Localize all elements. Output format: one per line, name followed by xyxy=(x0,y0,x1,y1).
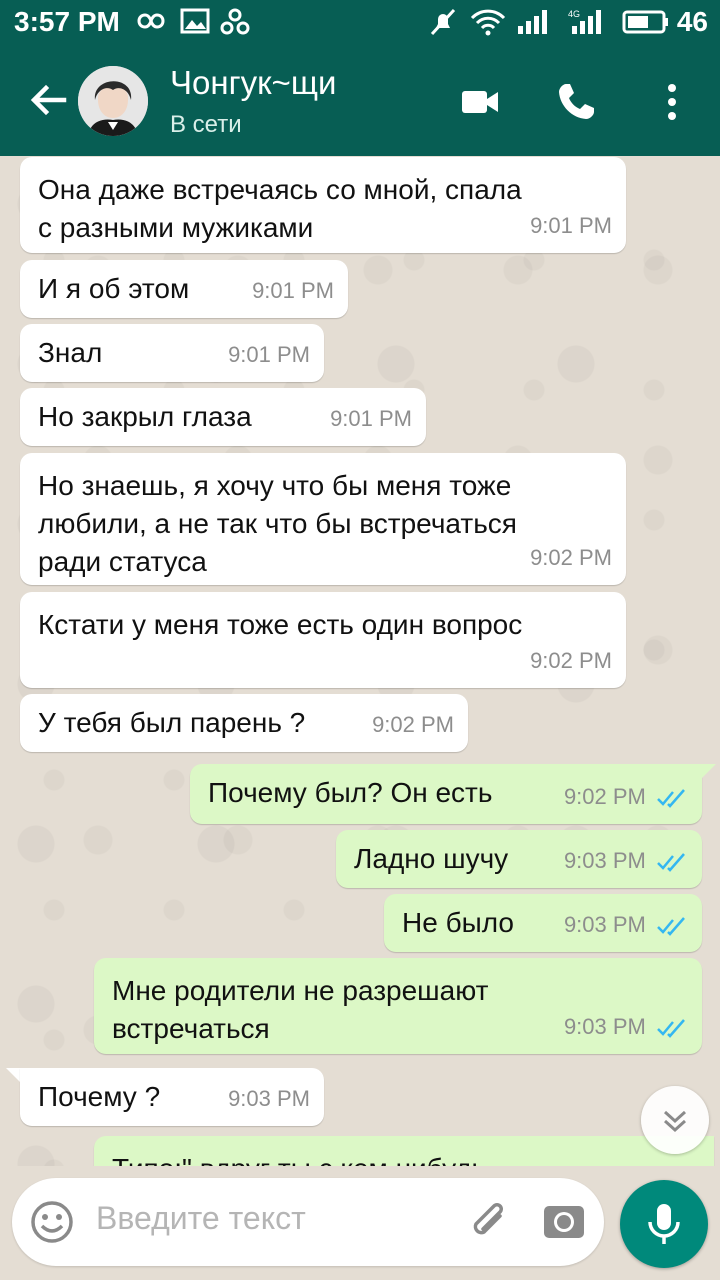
read-ticks-icon xyxy=(657,789,685,809)
video-call-icon[interactable] xyxy=(456,78,504,126)
message-time: 9:01 PM xyxy=(228,342,310,367)
message-text: Типо:" вдруг ты с кем нибудь xyxy=(112,1150,486,1166)
message-input[interactable]: Введите текст xyxy=(12,1178,604,1266)
read-ticks-icon xyxy=(657,853,685,873)
message-time: 9:03 PM xyxy=(563,1014,646,1039)
message-meta: 9:03 PM xyxy=(564,1008,688,1046)
read-ticks-icon xyxy=(657,1019,685,1039)
message-incoming[interactable]: Знал 9:01 PM xyxy=(20,324,324,382)
link-icon xyxy=(220,8,250,35)
attach-icon[interactable] xyxy=(466,1198,514,1246)
message-text: Но закрыл глаза xyxy=(38,401,252,432)
message-text: Почему был? Он есть xyxy=(208,777,493,808)
contact-status: В сети xyxy=(170,111,242,138)
bubble-tail xyxy=(702,764,716,778)
message-outgoing[interactable]: Типо:" вдруг ты с кем нибудь xyxy=(94,1136,714,1166)
message-outgoing[interactable]: Не было 9:03 PM xyxy=(384,894,702,952)
message-time: 9:02 PM xyxy=(530,545,612,570)
message-meta: 9:03 PM xyxy=(564,906,688,944)
message-time: 9:03 PM xyxy=(563,912,646,937)
contact-name[interactable]: Чонгук~щи xyxy=(170,64,336,102)
message-incoming[interactable]: Кстати у меня тоже есть один вопрос 9:02… xyxy=(20,592,626,688)
message-incoming[interactable]: Но знаешь, я хочу что бы меня тоже любил… xyxy=(20,453,626,585)
message-text: И я об этом xyxy=(38,273,190,304)
message-text: Кстати у меня тоже есть один вопрос xyxy=(38,609,523,640)
message-time: 9:03 PM xyxy=(563,848,646,873)
message-time: 9:01 PM xyxy=(330,406,412,431)
message-incoming[interactable]: Почему ? 9:03 PM xyxy=(20,1068,324,1126)
message-incoming[interactable]: И я об этом 9:01 PM xyxy=(20,260,348,318)
signal-4g-icon: 4G xyxy=(568,9,601,34)
chevron-down-icon xyxy=(663,1110,687,1133)
message-time: 9:02 PM xyxy=(372,712,454,737)
avatar[interactable] xyxy=(78,66,148,136)
chat-header: Чонгук~щи В сети xyxy=(0,44,720,156)
message-time: 9:02 PM xyxy=(563,784,646,809)
message-text: Не было xyxy=(402,907,514,938)
message-text: Ладно шучу xyxy=(354,843,509,874)
battery-percent: 46 xyxy=(676,6,708,37)
camera-icon[interactable] xyxy=(540,1198,588,1246)
signal-icon xyxy=(518,10,547,34)
infinity-icon xyxy=(137,13,165,29)
back-arrow-icon[interactable] xyxy=(26,78,70,122)
message-text: Знал xyxy=(38,337,103,368)
gallery-icon xyxy=(180,8,210,34)
composer-bar: Введите текст xyxy=(0,1166,720,1280)
read-ticks-icon xyxy=(657,917,685,937)
mic-button[interactable] xyxy=(620,1180,708,1268)
message-incoming[interactable]: Но закрыл глаза 9:01 PM xyxy=(20,388,426,446)
mic-icon xyxy=(648,1204,680,1244)
message-incoming[interactable]: Она даже встречаясь со мной, спала с раз… xyxy=(20,157,626,253)
message-placeholder: Введите текст xyxy=(96,1200,306,1236)
message-outgoing[interactable]: Ладно шучу 9:03 PM xyxy=(336,830,702,888)
message-time: 9:01 PM xyxy=(252,278,334,303)
emoji-icon[interactable] xyxy=(28,1198,76,1246)
message-outgoing[interactable]: Мне родители не разрешают встречаться 9:… xyxy=(94,958,702,1054)
message-meta: 9:02 PM xyxy=(564,778,688,816)
message-time: 9:02 PM xyxy=(530,648,612,673)
status-time: 3:57 PM xyxy=(14,6,120,37)
battery-icon xyxy=(622,10,668,34)
message-text: Но знаешь, я хочу что бы меня тоже любил… xyxy=(38,470,517,577)
message-text: У тебя был парень ? xyxy=(38,707,306,738)
scroll-down-button[interactable] xyxy=(641,1086,709,1154)
message-meta: 9:03 PM xyxy=(564,842,688,880)
chat-area[interactable]: Она даже встречаясь со мной, спала с раз… xyxy=(0,156,720,1166)
message-time: 9:03 PM xyxy=(228,1086,310,1111)
message-text: Мне родители не разрешают встречаться xyxy=(112,975,489,1044)
phone-icon[interactable] xyxy=(552,78,600,126)
message-text: Она даже встречаясь со мной, спала с раз… xyxy=(38,174,522,243)
mute-icon xyxy=(430,8,456,36)
wifi-icon xyxy=(470,9,506,36)
svg-text:4G: 4G xyxy=(568,9,580,19)
message-text: Почему ? xyxy=(38,1081,161,1112)
message-time: 9:01 PM xyxy=(530,213,612,238)
bubble-tail xyxy=(6,1068,20,1082)
message-incoming[interactable]: У тебя был парень ? 9:02 PM xyxy=(20,694,468,752)
status-bar: 3:57 PM 4G 46 xyxy=(0,0,720,44)
message-outgoing[interactable]: Почему был? Он есть 9:02 PM xyxy=(190,764,702,824)
more-vert-icon[interactable] xyxy=(648,78,696,126)
